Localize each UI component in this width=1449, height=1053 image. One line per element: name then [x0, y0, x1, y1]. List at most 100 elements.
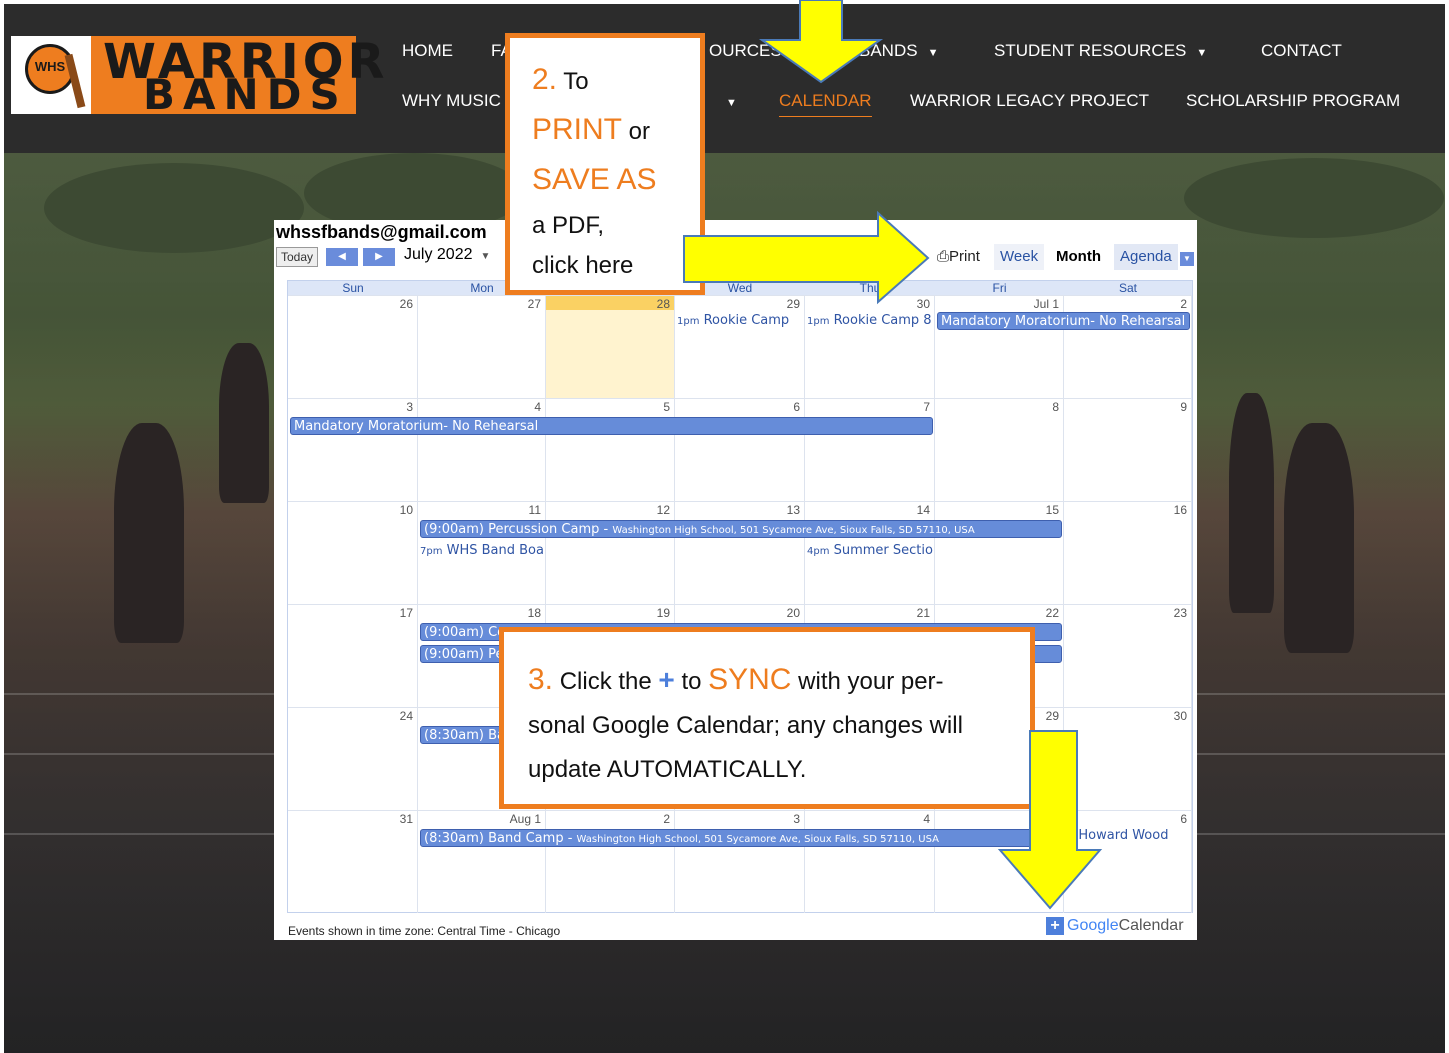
day-cell[interactable]: 2	[546, 810, 675, 913]
nav-scholarship-program[interactable]: SCHOLARSHIP PROGRAM	[1186, 91, 1400, 111]
add-to-google-calendar-button[interactable]: + GoogleCalendar	[1046, 917, 1184, 935]
day-cell[interactable]: 15	[935, 501, 1064, 604]
day-cell[interactable]: 3	[675, 810, 805, 913]
day-cell[interactable]: Aug 1	[418, 810, 546, 913]
day-cell[interactable]: 3	[288, 398, 418, 501]
calendar-event[interactable]: 1pm Rookie Camp	[677, 312, 803, 330]
chevron-down-icon: ▼	[480, 251, 491, 262]
callout2-saveas: SAVE AS	[532, 163, 657, 196]
callout3-pre: Click the	[559, 668, 652, 695]
nav-bands[interactable]: BANDS ▼	[859, 41, 938, 61]
day-cell[interactable]: 5	[935, 810, 1064, 913]
day-cell[interactable]: 4	[418, 398, 546, 501]
day-number: 6	[1180, 812, 1187, 826]
day-number: 15	[1045, 503, 1059, 517]
day-cell[interactable]: 5	[546, 398, 675, 501]
nav-calendar[interactable]: CALENDAR	[779, 91, 872, 117]
gcal-google-word: Google	[1067, 917, 1119, 934]
day-cell[interactable]: 16	[1064, 501, 1192, 604]
day-cell[interactable]: 28	[546, 295, 675, 398]
calendar-event[interactable]: 7pm WHS Band Boa	[420, 542, 544, 560]
callout2-click: click here	[532, 252, 634, 279]
calendar-event[interactable]: n Howard Wood	[1066, 827, 1190, 845]
day-number: 5	[1052, 812, 1059, 826]
calendar-event[interactable]: Mandatory Moratorium- No Rehearsal	[290, 417, 933, 435]
day-cell[interactable]: 7	[805, 398, 935, 501]
day-cell[interactable]: 6	[1064, 810, 1192, 913]
today-button[interactable]: Today	[276, 247, 318, 267]
day-cell[interactable]: 31	[288, 810, 418, 913]
calendar-event[interactable]: (8:30am) Band Camp - Washington High Sch…	[420, 829, 1062, 847]
callout3-line2: sonal Google Calendar; any changes will	[528, 712, 963, 739]
month-picker[interactable]: July 2022 ▼	[404, 246, 490, 264]
chevron-down-icon: ▼	[927, 47, 939, 59]
day-number: 29	[1045, 709, 1059, 723]
chevron-down-icon[interactable]: ▼	[1180, 252, 1194, 266]
day-cell[interactable]: 2	[1064, 295, 1192, 398]
tab-week[interactable]: Week	[994, 244, 1045, 270]
callout2-to: To	[563, 68, 589, 95]
print-label: Print	[949, 248, 980, 265]
nav-warrior-legacy-project[interactable]: WARRIOR LEGACY PROJECT	[910, 91, 1149, 111]
event-time: 7pm	[420, 546, 443, 557]
day-cell[interactable]: 24	[288, 707, 418, 810]
callout3-number: 3.	[528, 663, 554, 696]
day-cell[interactable]: 6	[675, 398, 805, 501]
tab-agenda[interactable]: Agenda	[1114, 244, 1178, 270]
weekday-header: Thu	[805, 281, 935, 295]
day-number: 23	[1173, 606, 1187, 620]
callout2-or: or	[628, 118, 651, 145]
day-cell[interactable]: 4	[805, 810, 935, 913]
google-calendar-embed: whssfbands@gmail.com Today ◀ ▶ July 2022…	[274, 220, 1197, 940]
tab-month[interactable]: Month	[1050, 244, 1107, 270]
day-number: Aug 1	[509, 812, 541, 826]
logo-word-bands: BANDS	[143, 70, 348, 119]
day-cell[interactable]: 10	[288, 501, 418, 604]
site-header: WHS WARRIOR BANDS HOME FA OURCES BANDS ▼ …	[4, 4, 1445, 153]
event-title: (9:00am) Co	[424, 625, 506, 640]
day-cell[interactable]: 30	[1064, 707, 1192, 810]
site-logo[interactable]: WHS WARRIOR BANDS	[11, 34, 384, 119]
callout2-number: 2.	[532, 63, 558, 96]
day-cell[interactable]: 9	[1064, 398, 1192, 501]
day-cell[interactable]: 17	[288, 604, 418, 707]
nav-home[interactable]: HOME	[402, 41, 453, 61]
day-cell[interactable]: 12	[546, 501, 675, 604]
day-cell[interactable]: 23	[1064, 604, 1192, 707]
event-title: n Howard Wood	[1066, 828, 1169, 843]
print-button[interactable]: ⎙Print	[937, 248, 980, 265]
day-number: 28	[656, 297, 670, 311]
weekday-header: Sat	[1064, 281, 1192, 295]
prev-month-button[interactable]: ◀	[326, 248, 358, 266]
day-number: 19	[656, 606, 670, 620]
callout3-line3: update AUTOMATICALLY.	[528, 756, 807, 783]
day-cell[interactable]: 13	[675, 501, 805, 604]
next-month-button[interactable]: ▶	[363, 248, 395, 266]
day-cell[interactable]: 29	[675, 295, 805, 398]
day-cell[interactable]: 8	[935, 398, 1064, 501]
day-cell[interactable]: 27	[418, 295, 546, 398]
nav-contact[interactable]: CONTACT	[1261, 41, 1342, 61]
day-number: Jul 1	[1033, 297, 1059, 311]
day-cell[interactable]: Jul 1	[935, 295, 1064, 398]
event-title: Rookie Camp 8	[833, 313, 932, 328]
calendar-event[interactable]: Mandatory Moratorium- No Rehearsal	[937, 312, 1190, 330]
calendar-event[interactable]: (9:00am) Percussion Camp - Washington Hi…	[420, 520, 1062, 538]
plus-icon: +	[658, 664, 675, 695]
day-number: 12	[656, 503, 670, 517]
day-number: 6	[793, 400, 800, 414]
calendar-event[interactable]: 1pm Rookie Camp 8	[807, 312, 933, 330]
event-title: Mandatory Moratorium- No Rehearsal	[941, 314, 1186, 329]
nav-hidden-dropdown[interactable]: ▼	[716, 91, 737, 111]
nav-student-resources[interactable]: STUDENT RESOURCES ▼	[994, 41, 1207, 61]
day-cell[interactable]: 30	[805, 295, 935, 398]
day-number: 4	[923, 812, 930, 826]
nav-resources[interactable]: OURCES	[709, 41, 782, 61]
calendar-event[interactable]: 4pm Summer Sectio	[807, 542, 933, 560]
weekday-header: Fri	[935, 281, 1064, 295]
day-cell[interactable]: 26	[288, 295, 418, 398]
day-number: 18	[527, 606, 541, 620]
day-number: 3	[793, 812, 800, 826]
nav-why-music[interactable]: WHY MUSIC	[402, 91, 501, 111]
event-title: (9:00am) Percussion Camp -	[424, 522, 613, 537]
